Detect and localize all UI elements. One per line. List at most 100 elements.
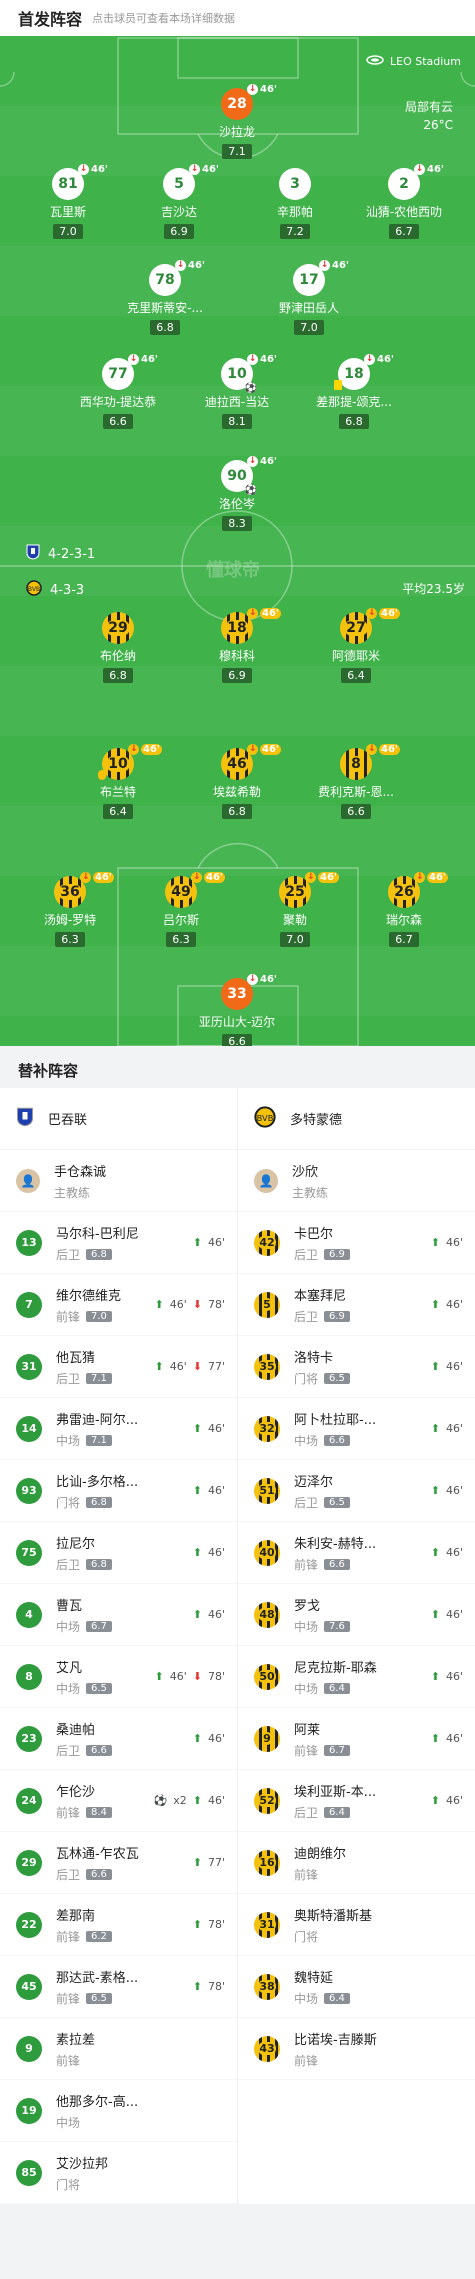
header: 首发阵容 点击球员可查看本场详细数据	[0, 0, 475, 36]
away-player[interactable]: 29 布伦纳 6.8	[58, 612, 178, 683]
player-name: 卡巴尔	[294, 1226, 334, 1242]
away-coach-row[interactable]: 👤 沙欣 主教练	[238, 1150, 475, 1212]
sub-player-row[interactable]: 7 维尔德维克 前锋 7.0 ⬆ 46' ⬇ 78'	[0, 1274, 237, 1336]
sub-in-time: 46'	[445, 1732, 463, 1745]
player-rating: 6.6	[103, 414, 133, 429]
player-rating: 7.1	[86, 1434, 112, 1446]
player-number-badge: 5 ↓ 46'	[163, 164, 219, 200]
player-position: 前锋	[294, 2053, 319, 2068]
player-position: 前锋	[294, 1867, 319, 1882]
sub-player-row[interactable]: 4 曹瓦 中场 6.7 ⬆ 46'	[0, 1584, 237, 1646]
home-player[interactable]: 81 ↓ 46' 瓦里斯 7.0	[8, 164, 128, 239]
sub-player-row[interactable]: 38 魏特延 中场 6.4	[238, 1956, 475, 2018]
home-team-row[interactable]: 巴吞联	[0, 1088, 237, 1150]
player-number-badge: 9	[16, 2035, 42, 2062]
sub-player-row[interactable]: 45 那达武-素格... 前锋 6.5 ⬆ 78'	[0, 1956, 237, 2018]
player-number-badge: 42	[254, 1229, 280, 1256]
sub-player-row[interactable]: 9 素拉差 前锋	[0, 2018, 237, 2080]
away-avg-age: 平均23.5岁	[402, 582, 465, 596]
sub-events: ⬆ 46'	[193, 1608, 225, 1621]
player-name: 布伦纳	[99, 649, 136, 663]
sub-off-badge: ↓ 46'	[78, 164, 108, 175]
sub-in-icon: ⬆	[154, 1670, 164, 1683]
sub-player-row[interactable]: 14 弗雷迪-阿尔... 中场 7.1 ⬆ 46'	[0, 1398, 237, 1460]
home-coach-row[interactable]: 👤 手仓森诚 主教练	[0, 1150, 237, 1212]
sub-player-row[interactable]: 42 卡巴尔 后卫 6.9 ⬆ 46'	[238, 1212, 475, 1274]
home-player[interactable]: 90 ↓ 46' ⚽ 洛伦岑 8.3	[177, 456, 297, 531]
away-player[interactable]: 10 ↓ 46' 布兰特 6.4	[58, 744, 178, 819]
away-player[interactable]: 33 ↓ 46' 亚历山大-迈尔 6.6	[177, 974, 297, 1046]
sub-player-row[interactable]: 29 瓦林通-乍农瓦 后卫 6.6 ⬆ 77'	[0, 1832, 237, 1894]
sub-off-icon: ↓	[189, 164, 200, 175]
sub-player-row[interactable]: 22 差那南 前锋 6.2 ⬆ 78'	[0, 1894, 237, 1956]
player-number-badge: 77 ↓ 46'	[102, 354, 158, 390]
sub-off-icon: ↓	[80, 872, 91, 883]
sub-events: ⬆ 78'	[193, 1918, 225, 1931]
away-player[interactable]: 18 ↓ 46' 穆科科 6.9	[177, 608, 297, 683]
home-player[interactable]: 2 ↓ 46' 汕猜-农他西叻 6.7	[344, 164, 464, 239]
sub-player-row[interactable]: 43 比诺埃-吉滕斯 前锋	[238, 2018, 475, 2080]
away-player[interactable]: 25 ↓ 46' 聚勒 7.0	[235, 872, 355, 947]
sub-player-row[interactable]: 51 迈泽尔 后卫 6.5 ⬆ 46'	[238, 1460, 475, 1522]
away-player[interactable]: 8 ↓ 46' 费利克斯-恩... 6.6	[296, 744, 416, 819]
sub-player-row[interactable]: 19 他那多尔-高... 中场	[0, 2080, 237, 2142]
home-player[interactable]: 10 ↓ 46' ⚽ 迪拉西-当达 8.1	[177, 354, 297, 429]
sub-player-row[interactable]: 85 艾沙拉邦 门将	[0, 2142, 237, 2204]
player-number-badge: 29	[16, 1849, 42, 1876]
sub-player-row[interactable]: 31 他瓦猜 后卫 7.1 ⬆ 46' ⬇ 77'	[0, 1336, 237, 1398]
sub-off-icon: ↓	[414, 164, 425, 175]
home-player[interactable]: 5 ↓ 46' 吉沙达 6.9	[119, 164, 239, 239]
home-player[interactable]: 17 ↓ 46' 野津田岳人 7.0	[249, 260, 369, 335]
player-number-badge: 78 ↓ 46'	[149, 260, 205, 296]
sub-off-badge: ↓ 46'	[414, 872, 448, 883]
player-number-badge: 85	[16, 2159, 42, 2186]
away-team-row[interactable]: BVB 多特蒙德	[238, 1088, 475, 1150]
sub-player-row[interactable]: 75 拉尼尔 后卫 6.8 ⬆ 46'	[0, 1522, 237, 1584]
sub-player-row[interactable]: 48 罗戈 中场 7.6 ⬆ 46'	[238, 1584, 475, 1646]
sub-player-row[interactable]: 13 马尔科-巴利尼 后卫 6.8 ⬆ 46'	[0, 1212, 237, 1274]
home-player[interactable]: 28 ↓ 46' 沙拉龙 7.1	[177, 84, 297, 159]
sub-off-badge: ↓ 46'	[175, 260, 205, 271]
player-rating: 6.9	[324, 1248, 350, 1260]
player-number-badge: 23	[16, 1725, 42, 1752]
sub-player-row[interactable]: 23 桑迪帕 后卫 6.6 ⬆ 46'	[0, 1708, 237, 1770]
sub-player-row[interactable]: 16 迪朗维尔 前锋	[238, 1832, 475, 1894]
sub-player-row[interactable]: 5 本塞拜尼 后卫 6.9 ⬆ 46'	[238, 1274, 475, 1336]
sub-off-icon: ↓	[128, 354, 139, 365]
home-player[interactable]: 18 ↓ 46' 差那提-颂克... 6.8	[294, 354, 414, 429]
sub-player-row[interactable]: 93 比讪-多尔格... 门将 6.8 ⬆ 46'	[0, 1460, 237, 1522]
sub-events: ⬆ 46'	[193, 1732, 225, 1745]
sub-player-row[interactable]: 40 朱利安-赫特... 前锋 6.6 ⬆ 46'	[238, 1522, 475, 1584]
home-player[interactable]: 77 ↓ 46' 西华功-提达恭 6.6	[58, 354, 178, 429]
coach-name: 沙欣	[292, 1164, 319, 1180]
player-position: 前锋	[56, 1929, 81, 1944]
away-player[interactable]: 27 ↓ 46' 阿德耶米 6.4	[296, 608, 416, 683]
sub-player-row[interactable]: 9 阿莱 前锋 6.7 ⬆ 46'	[238, 1708, 475, 1770]
sub-player-row[interactable]: 24 乍伦沙 前锋 8.4 ⚽ x2 ⬆ 46'	[0, 1770, 237, 1832]
player-name: 迪朗维尔	[294, 1846, 347, 1862]
sub-in-time: 46'	[207, 1608, 225, 1621]
sub-player-row[interactable]: 31 奥斯特潘斯基 门将	[238, 1894, 475, 1956]
away-player[interactable]: 36 ↓ 46' 汤姆-罗特 6.3	[10, 872, 130, 947]
home-formation: 4-2-3-1	[26, 544, 95, 564]
player-rating: 6.6	[341, 804, 371, 819]
player-number-badge: 18 ↓ 46'	[221, 608, 281, 644]
home-player[interactable]: 3 辛那帕 7.2	[235, 168, 355, 239]
sub-player-row[interactable]: 32 阿卜杜拉耶-... 中场 6.6 ⬆ 46'	[238, 1398, 475, 1460]
sub-player-row[interactable]: 50 尼克拉斯-耶森 中场 6.4 ⬆ 46'	[238, 1646, 475, 1708]
player-rating: 7.1	[222, 144, 252, 159]
sub-player-row[interactable]: 8 艾凡 中场 6.5 ⬆ 46' ⬇ 78'	[0, 1646, 237, 1708]
sub-player-row[interactable]: 35 洛特卡 门将 6.5 ⬆ 46'	[238, 1336, 475, 1398]
sub-events: ⬆ 77'	[193, 1856, 225, 1869]
away-player[interactable]: 49 ↓ 46' 吕尔斯 6.3	[121, 872, 241, 947]
sub-in-icon: ⬆	[192, 1856, 202, 1869]
player-rating: 7.2	[280, 224, 310, 239]
home-player[interactable]: 78 ↓ 46' 克里斯蒂安-... 6.8	[105, 260, 225, 335]
player-rating: 6.9	[164, 224, 194, 239]
sub-player-row[interactable]: 52 埃利亚斯-本... 后卫 6.4 ⬆ 46'	[238, 1770, 475, 1832]
sub-in-time: 46'	[445, 1546, 463, 1559]
player-rating: 6.6	[324, 1558, 350, 1570]
player-name: 弗雷迪-阿尔...	[56, 1412, 139, 1428]
away-player[interactable]: 26 ↓ 46' 瑞尔森 6.7	[344, 872, 464, 947]
away-player[interactable]: 46 ↓ 46' 埃兹希勒 6.8	[177, 744, 297, 819]
